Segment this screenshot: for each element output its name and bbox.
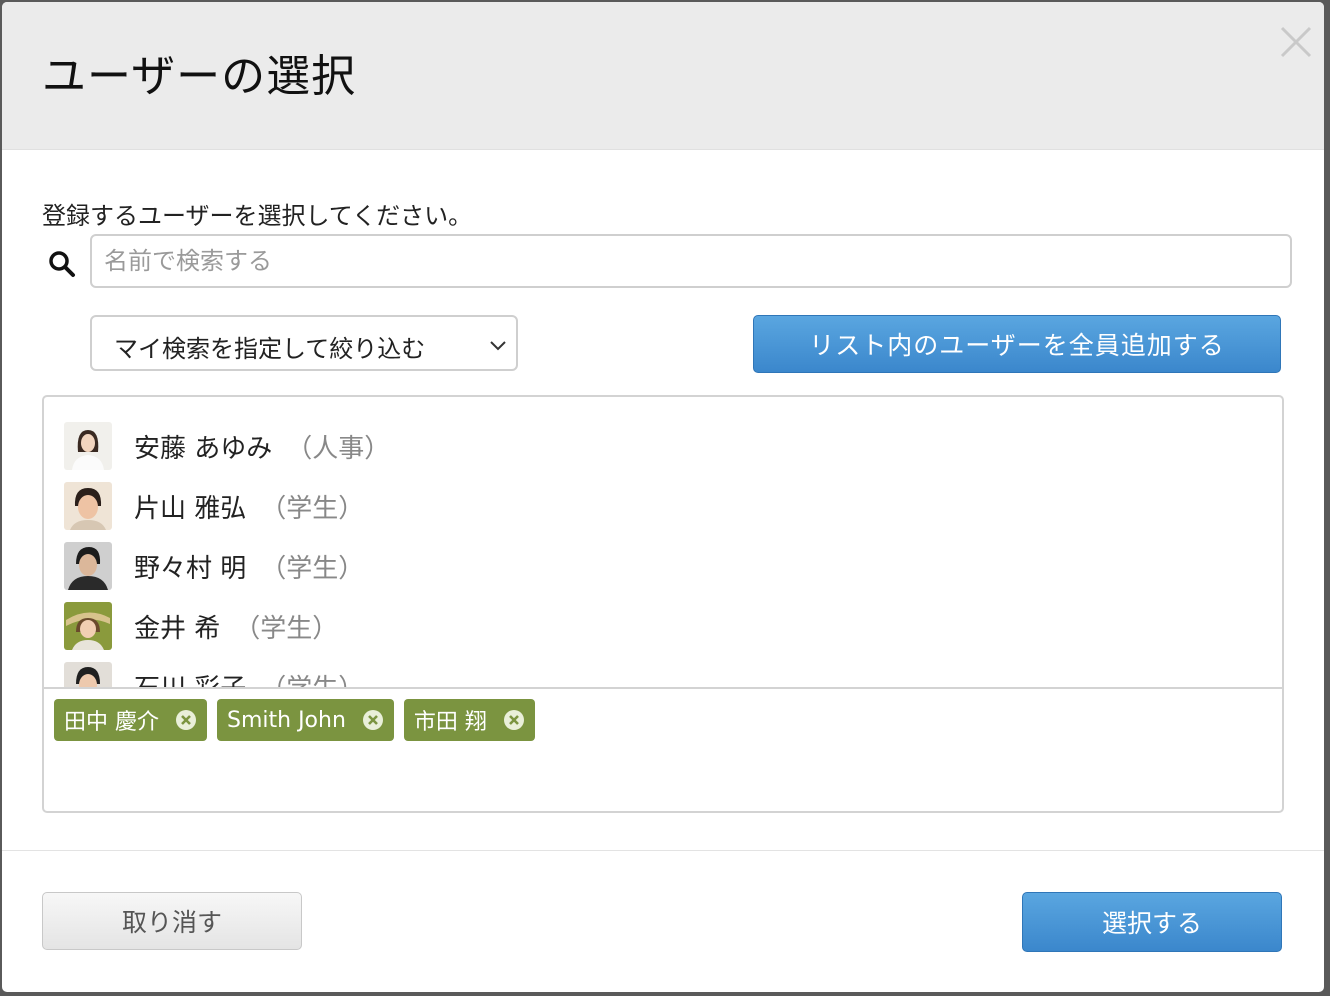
avatar (64, 422, 112, 470)
my-search-filter-select[interactable]: マイ検索を指定して絞り込む (90, 315, 518, 371)
close-icon (1280, 26, 1312, 58)
avatar (64, 542, 112, 590)
user-role: （学生） (260, 493, 365, 524)
filter-select-label: マイ検索を指定して絞り込む (114, 335, 426, 363)
user-role: （人事） (286, 433, 391, 464)
avatar (64, 482, 112, 530)
user-select-dialog: ユーザーの選択 登録するユーザーを選択してください。 マイ検索を指定して絞り込む… (2, 2, 1324, 992)
avatar (64, 662, 112, 687)
user-list[interactable]: 安藤 あゆみ （人事） 片山 雅弘 （学生） 野々村 明 （学生） 金井 希 （… (44, 397, 1282, 689)
add-all-users-button[interactable]: リスト内のユーザーを全員追加する (753, 315, 1281, 373)
user-list-item[interactable]: 野々村 明 （学生） (64, 541, 364, 591)
name-search-input[interactable] (90, 234, 1292, 288)
user-name: 野々村 明 (134, 553, 247, 584)
user-name: 安藤 あゆみ (134, 433, 273, 464)
chip-label: 市田 翔 (413, 710, 487, 735)
user-name: 石川 彩子 (134, 673, 247, 689)
user-list-item[interactable]: 安藤 あゆみ （人事） (64, 421, 390, 471)
user-list-item[interactable]: 金井 希 （学生） (64, 601, 338, 651)
chip-label: Smith John (227, 707, 346, 733)
selected-user-chip: Smith John (217, 699, 394, 741)
instruction-text: 登録するユーザーを選択してください。 (42, 202, 473, 230)
user-list-item[interactable]: 石川 彩子 （学生） (64, 661, 365, 689)
search-icon (49, 251, 75, 277)
remove-chip-icon[interactable] (503, 709, 525, 731)
chevron-down-icon (490, 341, 506, 351)
dialog-title: ユーザーの選択 (42, 51, 357, 102)
user-role: （学生） (234, 613, 339, 644)
selected-user-chip: 市田 翔 (403, 699, 535, 741)
avatar (64, 602, 112, 650)
user-name: 片山 雅弘 (134, 493, 247, 524)
user-name: 金井 希 (134, 613, 221, 644)
chip-label: 田中 慶介 (64, 710, 159, 735)
user-role: （学生） (260, 553, 365, 584)
user-list-item[interactable]: 片山 雅弘 （学生） (64, 481, 364, 531)
select-button[interactable]: 選択する (1022, 892, 1282, 952)
remove-chip-icon[interactable] (175, 709, 197, 731)
selected-users: 田中 慶介 Smith John 市田 翔 (54, 699, 545, 741)
remove-chip-icon[interactable] (362, 709, 384, 731)
dialog-header: ユーザーの選択 (2, 2, 1324, 150)
footer-divider (2, 850, 1324, 851)
close-button[interactable] (1274, 20, 1318, 64)
user-role: （学生） (260, 673, 365, 689)
user-picker: 安藤 あゆみ （人事） 片山 雅弘 （学生） 野々村 明 （学生） 金井 希 （… (42, 395, 1284, 813)
selected-user-chip: 田中 慶介 (54, 699, 207, 741)
cancel-button[interactable]: 取り消す (42, 892, 302, 950)
